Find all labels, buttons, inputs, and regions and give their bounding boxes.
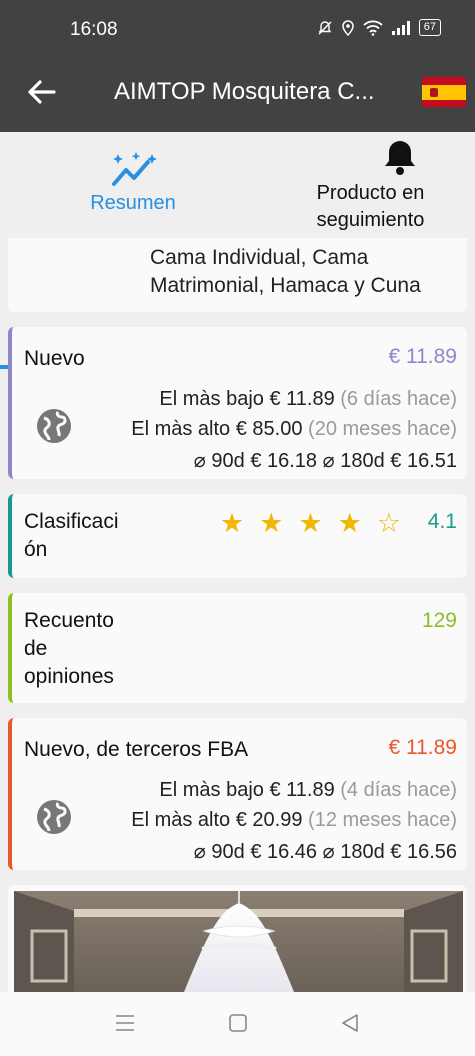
review-count-card[interactable]: Recuento de opiniones 129	[8, 593, 467, 703]
spain-flag-icon[interactable]	[422, 77, 466, 107]
review-count-value: 129	[421, 609, 457, 632]
status-bar: 16:08 67	[0, 0, 475, 60]
rating-value: 4.1	[427, 510, 457, 533]
rating-stars: ★ ★ ★ ★ ☆	[220, 508, 401, 538]
menu-icon[interactable]	[115, 1014, 135, 1032]
back-triangle-icon[interactable]	[340, 1013, 360, 1033]
tab-resumen[interactable]: Resumen	[0, 132, 266, 238]
product-image[interactable]	[14, 891, 463, 992]
fba-price-card[interactable]: Nuevo, de terceros FBA € 11.89 El màs ba…	[8, 718, 467, 870]
page-title: AIMTOP Mosquitera C...	[114, 78, 375, 105]
new-price-card[interactable]: Nuevo € 11.89 El màs bajo € 11.89 (6 día…	[8, 327, 467, 479]
fba-price-current: € 11.89	[388, 736, 457, 759]
home-square-icon[interactable]	[228, 1013, 248, 1033]
trend-sparkle-icon	[112, 152, 157, 186]
bell-icon	[385, 141, 415, 175]
star-filled-icon: ★	[337, 508, 362, 538]
new-highest-line: El màs alto € 85.00 (20 meses hace)	[131, 418, 457, 440]
new-lowest-line: El màs bajo € 11.89 (6 días hace)	[159, 388, 457, 410]
system-nav-bar	[0, 992, 475, 1056]
globe-icon	[37, 409, 71, 443]
status-icons: 67	[317, 19, 441, 36]
tab-bar: Resumen Producto en seguimiento	[0, 132, 475, 369]
star-filled-icon: ★	[259, 508, 284, 538]
rating-label: Clasificaci ón	[24, 510, 119, 561]
bell-off-icon	[318, 20, 332, 34]
tab-resumen-label: Resumen	[90, 192, 176, 214]
battery-icon: 67	[418, 19, 441, 36]
rating-card[interactable]: Clasificaci ón ★ ★ ★ ★ ☆ 4.1	[8, 494, 467, 578]
review-count-label: Recuento de opiniones	[24, 609, 114, 688]
tab-producto-seguimiento[interactable]: Producto en seguimiento	[266, 132, 475, 238]
star-filled-icon: ★	[298, 508, 323, 538]
description-card: Cama Individual, Cama Matrimonial, Hamac…	[8, 238, 467, 312]
wifi-icon	[363, 20, 383, 36]
tab-producto-label: Producto en seguimiento	[316, 182, 425, 231]
app-bar: AIMTOP Mosquitera C...	[0, 60, 475, 132]
fba-price-label: Nuevo, de terceros FBA	[24, 738, 249, 761]
status-time: 16:08	[70, 19, 118, 40]
fba-average-line: ⌀ 90d € 16.46 ⌀ 180d € 16.56	[193, 841, 457, 863]
description-text: Cama Individual, Cama Matrimonial, Hamac…	[150, 246, 421, 297]
star-filled-icon: ★	[219, 508, 245, 538]
signal-icon	[391, 20, 410, 35]
fba-lowest-line: El màs bajo € 11.89 (4 días hace)	[159, 779, 457, 801]
location-icon	[341, 19, 354, 36]
back-arrow-icon[interactable]	[24, 74, 60, 110]
fba-highest-line: El màs alto € 20.99 (12 meses hace)	[131, 809, 457, 831]
new-average-line: ⌀ 90d € 16.18 ⌀ 180d € 16.51	[193, 450, 457, 472]
star-empty-icon: ☆	[376, 508, 401, 538]
new-price-current: € 11.89	[388, 345, 457, 368]
product-image-card[interactable]	[8, 885, 467, 992]
globe-icon	[37, 800, 71, 834]
new-price-label: Nuevo	[24, 347, 85, 370]
